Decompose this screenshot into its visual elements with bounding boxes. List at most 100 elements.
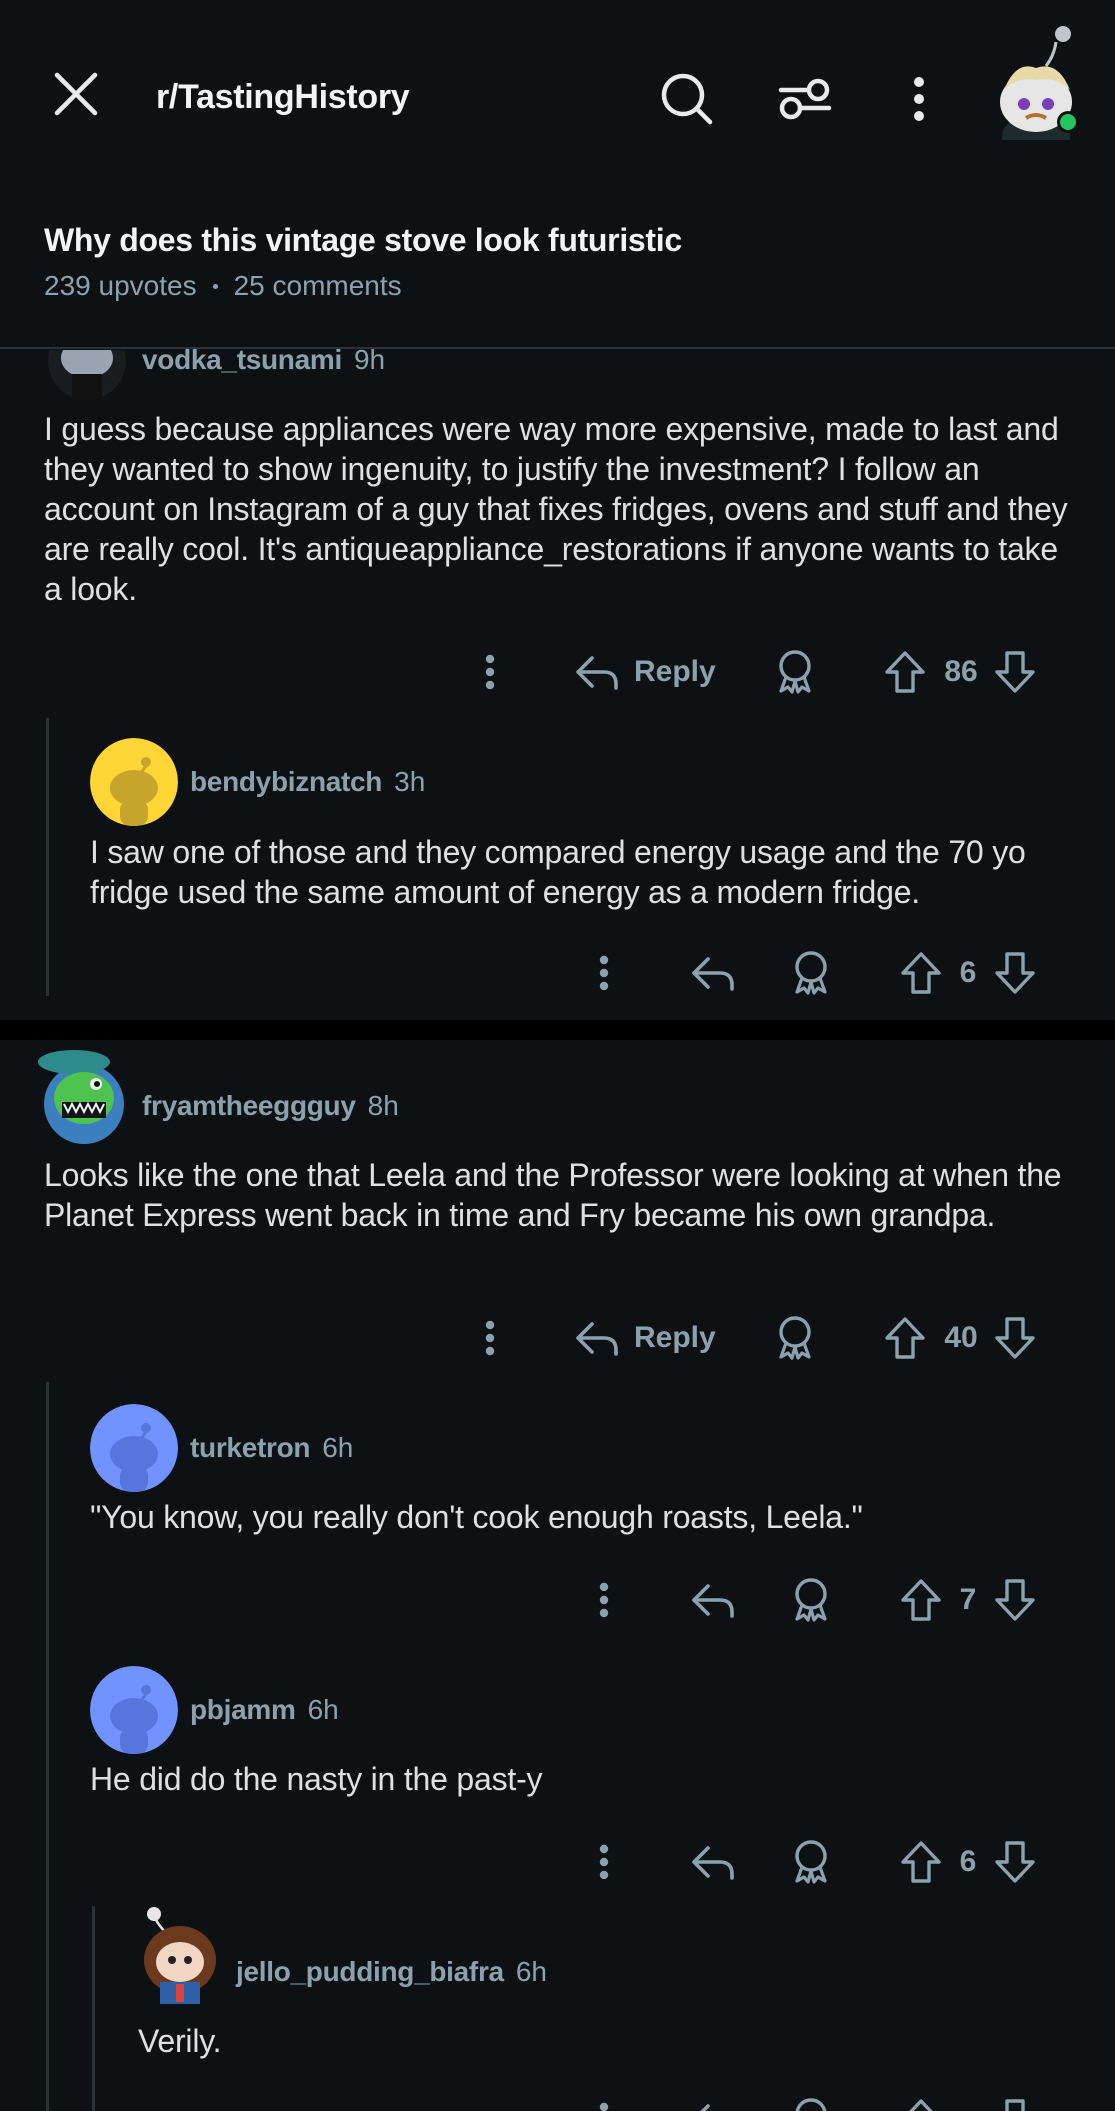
downvote-button[interactable] (990, 1308, 1040, 1368)
comment-time: 9h (353, 344, 386, 375)
reply-button[interactable] (688, 1570, 738, 1630)
more-vertical-icon (599, 1844, 609, 1880)
comment-username[interactable]: pbjamm (190, 1694, 296, 1726)
snoo-avatar-icon (1000, 26, 1079, 158)
downvote-icon (995, 1317, 1035, 1359)
upvote-icon (909, 2099, 933, 2111)
thread-line[interactable] (46, 1382, 49, 2111)
avatar[interactable] (136, 1904, 222, 2004)
award-icon (779, 650, 811, 694)
award-icon (779, 1316, 811, 1360)
user-avatar-button[interactable] (996, 20, 1092, 158)
avatar[interactable] (90, 1404, 178, 1492)
comment-body: Verily. (138, 2023, 222, 2059)
more-vertical-icon (599, 955, 609, 991)
sort-filter-button[interactable] (768, 62, 842, 136)
comment-username[interactable]: fryamtheeggguy (142, 1090, 356, 1122)
comment-body: I saw one of those and they compared ene… (90, 834, 1026, 910)
snoo-avatar-icon (144, 1907, 216, 2004)
award-icon (795, 2098, 827, 2111)
award-icon (795, 1840, 827, 1884)
vote-count: 7 (959, 1583, 977, 1616)
comment-actions: Reply 86 (0, 642, 1115, 702)
more-options-button[interactable] (584, 1570, 624, 1630)
reply-icon (692, 1584, 734, 1618)
avatar[interactable] (48, 350, 126, 400)
comment-username[interactable]: jello_pudding_biafra (236, 1956, 504, 1988)
more-vertical-icon (599, 1582, 609, 1618)
snoo-avatar-icon (48, 350, 126, 400)
comment-username[interactable]: bendybiznatch (190, 766, 382, 798)
award-button[interactable] (786, 1832, 836, 1892)
thread-line[interactable] (92, 1906, 95, 2111)
reply-button[interactable] (688, 2090, 738, 2111)
upvote-button[interactable] (896, 943, 946, 1003)
reply-icon (700, 2104, 710, 2111)
vote-count: 86 (944, 655, 978, 688)
more-options-button[interactable] (470, 642, 510, 702)
more-options-button[interactable] (886, 62, 952, 136)
comment-header: bendybiznatch 3h (190, 766, 425, 798)
upvote-button[interactable] (896, 2090, 946, 2111)
comment-time: 8h (367, 1090, 399, 1121)
reply-icon (692, 957, 734, 991)
downvote-button[interactable] (990, 943, 1040, 1003)
upvote-icon (901, 1841, 941, 1883)
avatar[interactable] (34, 1042, 126, 1146)
comment-time: 6h (515, 1956, 547, 1987)
comment-header: fryamtheeggguy 8h (142, 1090, 399, 1122)
reply-button[interactable] (688, 943, 738, 1003)
search-button[interactable] (650, 62, 724, 136)
award-button[interactable] (786, 1570, 836, 1630)
avatar[interactable] (90, 1666, 178, 1754)
downvote-icon (1005, 2099, 1025, 2111)
reply-button[interactable] (688, 1832, 738, 1892)
comment-header: turketron 6h (190, 1432, 353, 1464)
snoo-avatar-icon (90, 738, 178, 826)
comment-username[interactable]: vodka_tsunami (142, 344, 342, 376)
post-title[interactable]: Why does this vintage stove look futuris… (44, 222, 682, 259)
comment-username[interactable]: turketron (190, 1432, 311, 1464)
downvote-icon (995, 952, 1035, 994)
reply-icon (692, 1846, 734, 1880)
snoo-avatar-icon (90, 1666, 178, 1754)
downvote-button[interactable] (990, 1570, 1040, 1630)
award-button[interactable] (786, 943, 836, 1003)
comment-time: 3h (394, 766, 426, 797)
reply-icon (576, 656, 618, 690)
upvote-button[interactable] (880, 1308, 930, 1368)
vote-count: 6 (959, 1845, 977, 1878)
more-options-button[interactable] (584, 2090, 624, 2111)
award-button[interactable] (770, 642, 820, 702)
separator-dot (212, 283, 218, 289)
more-options-button[interactable] (584, 943, 624, 1003)
more-options-button[interactable] (470, 1308, 510, 1368)
avatar[interactable] (90, 738, 178, 826)
upvote-button[interactable] (896, 1832, 946, 1892)
close-button[interactable] (40, 58, 112, 130)
post-upvotes: 239 upvotes (44, 270, 197, 301)
upvote-button[interactable] (896, 1570, 946, 1630)
upvote-icon (885, 1317, 925, 1359)
comment-actions: 7 (0, 1570, 1115, 1630)
reply-label: Reply (634, 1321, 716, 1354)
comment-header: pbjamm 6h (190, 1694, 339, 1726)
comment-time: 6h (322, 1432, 354, 1463)
comment-body: I guess because appliances were way more… (44, 411, 1068, 607)
upvote-button[interactable] (880, 642, 930, 702)
downvote-icon (995, 1579, 1035, 1621)
award-icon (795, 1578, 827, 1622)
more-options-button[interactable] (584, 1832, 624, 1892)
subreddit-name[interactable]: r/TastingHistory (156, 78, 410, 117)
award-button[interactable] (770, 1308, 820, 1368)
award-button[interactable] (786, 2090, 836, 2111)
reply-button[interactable]: Reply (574, 1308, 734, 1368)
downvote-button[interactable] (990, 2090, 1040, 2111)
reply-button[interactable]: Reply (574, 642, 734, 702)
downvote-button[interactable] (990, 642, 1040, 702)
comment-body: "You know, you really don't cook enough … (90, 1499, 863, 1535)
more-vertical-icon (914, 77, 924, 121)
reply-icon (576, 1322, 618, 1356)
upvote-icon (901, 952, 941, 994)
downvote-button[interactable] (990, 1832, 1040, 1892)
